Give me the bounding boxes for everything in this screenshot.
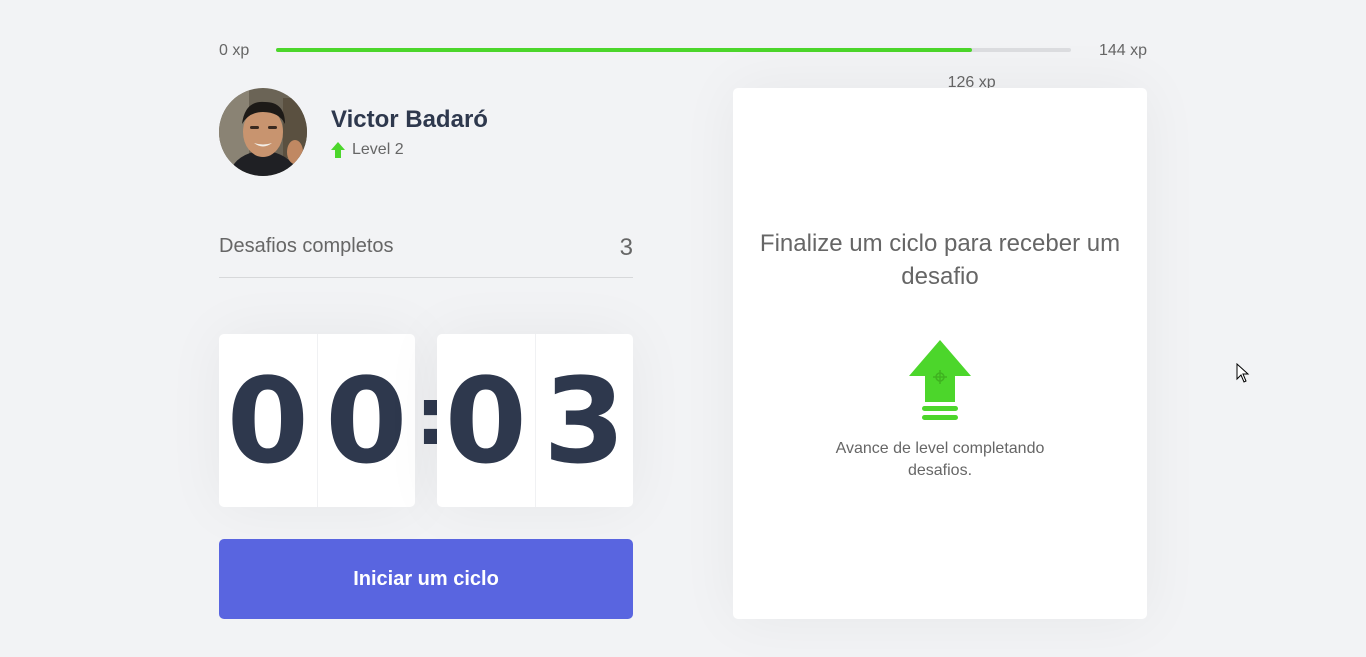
profile: Victor Badaró Level 2 [219,88,633,176]
experience-bar: 0 xp 126 xp 144 xp [219,36,1147,91]
challenge-box: Finalize um ciclo para receber um desafi… [733,88,1147,619]
level-row: Level 2 [331,141,404,159]
level-label: Level 2 [352,141,404,158]
start-cycle-button[interactable]: Iniciar um ciclo [219,539,633,619]
xp-min-label: 0 xp [219,42,250,59]
xp-max-label: 144 xp [1098,42,1147,59]
challenges-completed-label: Desafios completos [219,235,394,257]
mouse-cursor-icon [1236,363,1250,383]
countdown-seconds: 0 3 [437,334,633,507]
countdown-minutes: 0 0 [219,334,415,507]
challenge-box-subtitle: Avance de level completando desafios. [835,440,1045,479]
challenges-completed-count: 3 [619,234,633,261]
countdown-separator: : [415,369,447,463]
level-up-arrow-icon [331,142,345,158]
countdown-digit: 0 [444,351,527,490]
countdown-digit: 3 [534,334,634,507]
xp-fill [276,48,972,52]
countdown-digit: 0 [226,351,309,490]
countdown-digit: 0 [316,334,416,507]
avatar [219,88,307,176]
profile-name: Victor Badaró [331,106,488,133]
countdown: 0 0 : 0 3 [219,334,633,507]
xp-track: 126 xp [276,48,1071,91]
challenge-box-title: Finalize um ciclo para receber um desafi… [759,230,1121,290]
level-up-icon [909,340,971,422]
challenges-completed: Desafios completos 3 [219,222,633,278]
